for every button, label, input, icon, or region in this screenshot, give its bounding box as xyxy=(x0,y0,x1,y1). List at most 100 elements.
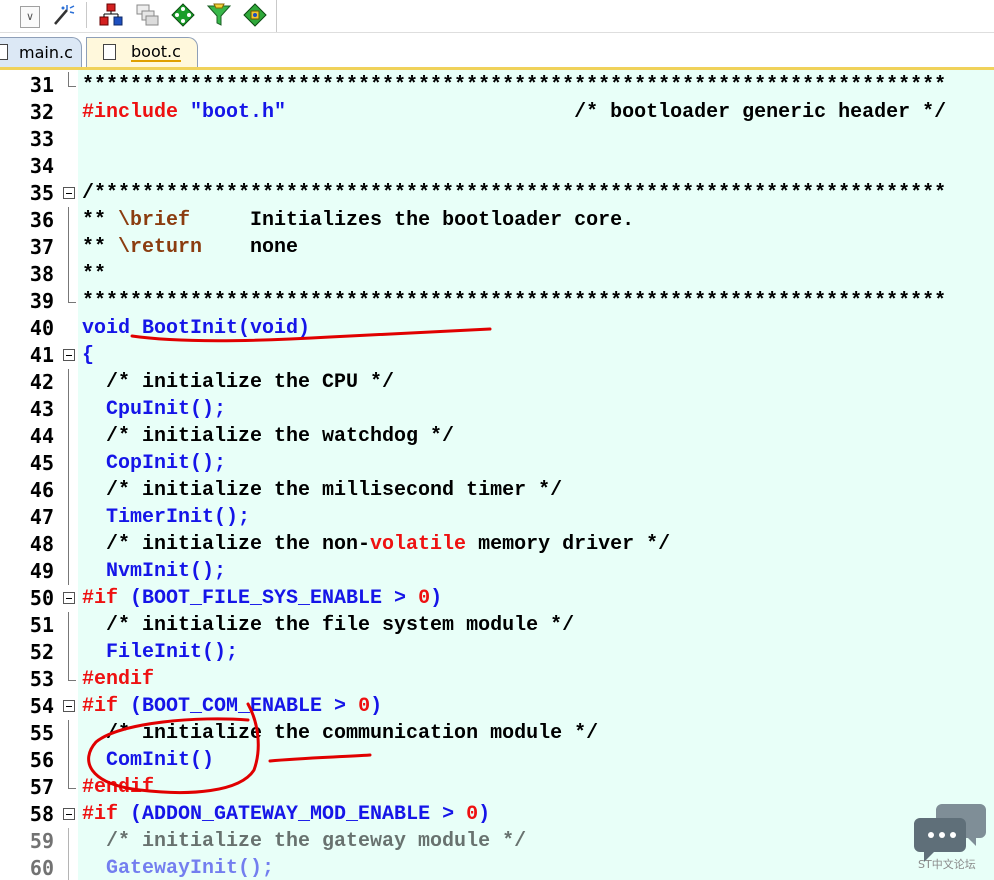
code-text: ** \return none xyxy=(82,234,298,261)
code-token: /* initialize the CPU */ xyxy=(82,371,395,394)
code-line[interactable]: 54 #if (BOOT_COM_ENABLE > 0) xyxy=(0,693,994,720)
line-number: 52 xyxy=(29,640,54,664)
tab-main-c[interactable]: main.c xyxy=(0,37,82,67)
code-text: /* initialize the CPU */ xyxy=(82,369,394,396)
green-diamond-icon[interactable] xyxy=(170,2,196,28)
code-text: #if (BOOT_COM_ENABLE > 0) xyxy=(82,693,382,720)
code-line[interactable]: 39 **************************************… xyxy=(0,288,994,315)
line-number: 54 xyxy=(29,694,54,718)
code-text: #if (BOOT_FILE_SYS_ENABLE > 0) xyxy=(82,585,442,612)
funnel-icon[interactable] xyxy=(206,2,232,28)
fold-toggle-icon[interactable] xyxy=(63,592,75,604)
code-line[interactable]: 34 xyxy=(0,153,994,180)
fold-guide xyxy=(68,207,69,234)
code-token: #endif xyxy=(82,776,155,799)
code-line[interactable]: 43 CpuInit(); xyxy=(0,396,994,423)
fold-guide xyxy=(68,369,69,396)
code-text: /* initialize the gateway module */ xyxy=(82,828,526,855)
code-line[interactable]: 35 /*************************************… xyxy=(0,180,994,207)
code-line[interactable]: 51 /* initialize the file system module … xyxy=(0,612,994,639)
code-text: /* initialize the non-volatile memory dr… xyxy=(82,531,670,558)
line-number: 57 xyxy=(29,775,54,799)
code-line[interactable]: 60 GatewayInit(); xyxy=(0,855,994,880)
line-number: 40 xyxy=(29,316,54,340)
fold-toggle-icon[interactable] xyxy=(63,349,75,361)
line-number: 32 xyxy=(29,100,54,124)
code-line[interactable]: 31 **************************************… xyxy=(0,72,994,99)
code-token: #if xyxy=(82,695,119,718)
line-number: 56 xyxy=(29,748,54,772)
code-text: #include "boot.h" /* bootloader generic … xyxy=(82,99,946,126)
code-token: ) xyxy=(478,803,491,826)
code-text: #endif xyxy=(82,666,154,693)
code-line[interactable]: 53 #endif xyxy=(0,666,994,693)
code-token: ) xyxy=(430,587,443,610)
code-text: ****************************************… xyxy=(82,72,946,99)
code-token: 0 xyxy=(418,587,431,610)
code-line[interactable]: 46 /* initialize the millisecond timer *… xyxy=(0,477,994,504)
code-token: /* initialize the gateway module */ xyxy=(82,830,527,853)
code-text: NvmInit(); xyxy=(82,558,226,585)
code-line[interactable]: 50 #if (BOOT_FILE_SYS_ENABLE > 0) xyxy=(0,585,994,612)
code-line[interactable]: 40 void BootInit(void) xyxy=(0,315,994,342)
code-line[interactable]: 37 ** \return none xyxy=(0,234,994,261)
fold-guide xyxy=(68,612,69,639)
line-number: 60 xyxy=(29,856,54,880)
code-text: CopInit(); xyxy=(82,450,226,477)
tab-label: main.c xyxy=(19,43,73,62)
code-line[interactable]: 45 CopInit(); xyxy=(0,450,994,477)
code-token: ****************************************… xyxy=(82,74,947,97)
line-number: 37 xyxy=(29,235,54,259)
code-text: /* initialize the file system module */ xyxy=(82,612,574,639)
fold-guide xyxy=(68,531,69,558)
line-number: 45 xyxy=(29,451,54,475)
code-line[interactable]: 58 #if (ADDON_GATEWAY_MOD_ENABLE > 0) xyxy=(0,801,994,828)
line-number: 46 xyxy=(29,478,54,502)
code-editor[interactable]: 31 **************************************… xyxy=(0,70,994,880)
line-number: 50 xyxy=(29,586,54,610)
code-token: (ADDON_GATEWAY_MOD_ENABLE > xyxy=(118,803,467,826)
code-text: ** xyxy=(82,261,106,288)
code-line[interactable]: 48 /* initialize the non-volatile memory… xyxy=(0,531,994,558)
code-text: { xyxy=(82,342,94,369)
code-token: #include xyxy=(82,101,179,124)
code-token: "boot.h" xyxy=(190,101,287,124)
code-line[interactable]: 41 { xyxy=(0,342,994,369)
code-text: /* initialize the communication module *… xyxy=(82,720,598,747)
code-line[interactable]: 47 TimerInit(); xyxy=(0,504,994,531)
fold-toggle-icon[interactable] xyxy=(63,808,75,820)
code-text: /***************************************… xyxy=(82,180,946,207)
line-number: 49 xyxy=(29,559,54,583)
code-line[interactable]: 57 #endif xyxy=(0,774,994,801)
line-number: 38 xyxy=(29,262,54,286)
code-token: \return xyxy=(118,236,203,259)
code-token: /* initialize the file system module */ xyxy=(82,614,575,637)
green-puzzle-icon[interactable] xyxy=(242,2,268,28)
code-line[interactable]: 33 xyxy=(0,126,994,153)
code-line[interactable]: 32 #include "boot.h" /* bootloader generi… xyxy=(0,99,994,126)
code-line[interactable]: 52 FileInit(); xyxy=(0,639,994,666)
code-line[interactable]: 55 /* initialize the communication modul… xyxy=(0,720,994,747)
fold-toggle-icon[interactable] xyxy=(63,187,75,199)
code-token: /* initialize the communication module *… xyxy=(82,722,599,745)
code-token: ComInit() xyxy=(82,749,215,772)
fold-guide xyxy=(68,504,69,531)
code-token: 0 xyxy=(358,695,371,718)
code-line[interactable]: 49 NvmInit(); xyxy=(0,558,994,585)
code-token: { xyxy=(82,344,95,367)
code-line[interactable]: 56 ComInit() xyxy=(0,747,994,774)
code-line[interactable]: 59 /* initialize the gateway module */ xyxy=(0,828,994,855)
window-stack-icon[interactable] xyxy=(134,2,160,28)
tab-boot-c[interactable]: boot.c xyxy=(86,37,198,67)
code-text: /* initialize the millisecond timer */ xyxy=(82,477,562,504)
code-line[interactable]: 44 /* initialize the watchdog */ xyxy=(0,423,994,450)
code-line[interactable]: 36 ** \brief Initializes the bootloader c… xyxy=(0,207,994,234)
fold-toggle-icon[interactable] xyxy=(63,700,75,712)
fold-end-marker xyxy=(68,666,76,681)
dropdown-arrow-icon[interactable]: ∨ xyxy=(20,6,40,28)
red-hierarchy-icon[interactable] xyxy=(98,2,124,28)
magic-wand-icon[interactable] xyxy=(50,2,76,28)
code-line[interactable]: 42 /* initialize the CPU */ xyxy=(0,369,994,396)
code-line[interactable]: 38 ** xyxy=(0,261,994,288)
